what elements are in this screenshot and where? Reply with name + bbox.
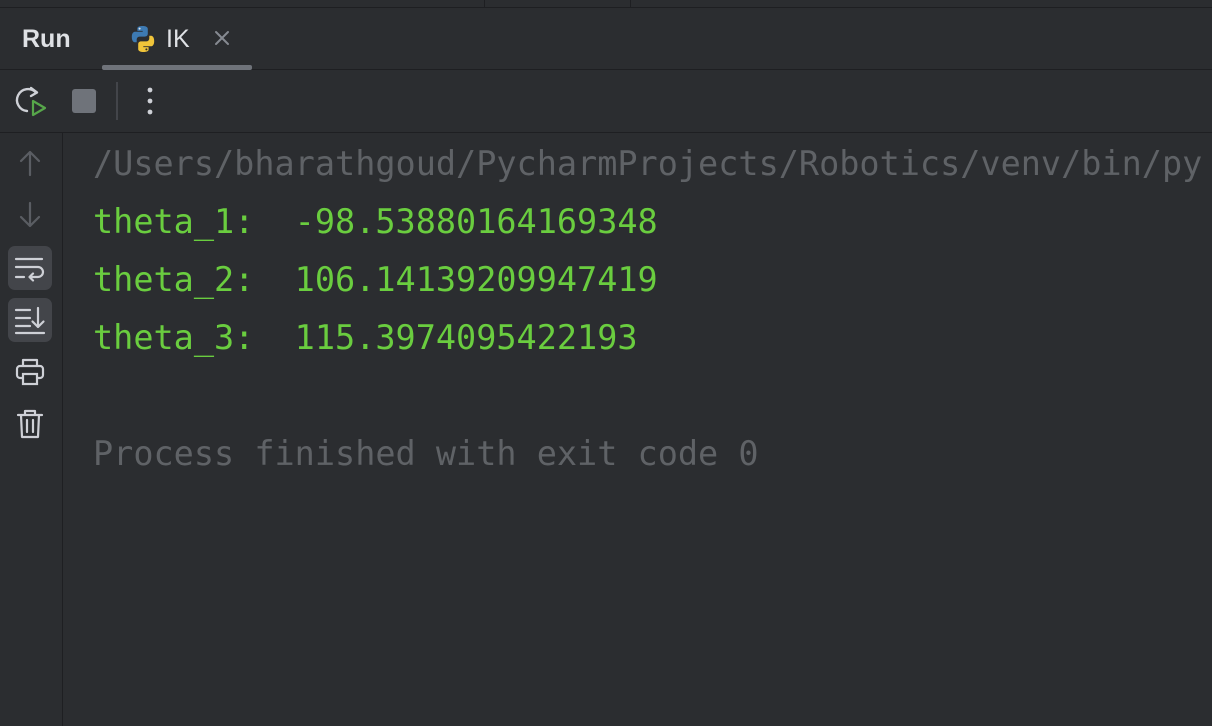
scroll-to-end-button[interactable] (8, 298, 52, 342)
print-icon (15, 358, 45, 386)
top-separator (630, 0, 631, 7)
run-tab-bar: Run IK (0, 8, 1212, 70)
rerun-icon (15, 86, 47, 117)
toolbar-divider (116, 82, 118, 120)
run-panel-title: Run (22, 25, 71, 53)
console-output[interactable]: /Users/bharathgoud/PycharmProjects/Robot… (63, 133, 1212, 726)
clear-all-button[interactable] (8, 402, 52, 446)
scroll-up-button[interactable] (8, 141, 52, 185)
python-icon (131, 26, 155, 52)
command-line: /Users/bharathgoud/PycharmProjects/Robot… (93, 144, 1203, 183)
top-strip (0, 0, 1212, 8)
soft-wrap-button[interactable] (8, 246, 52, 290)
more-options-icon (147, 87, 153, 115)
top-separator (484, 0, 485, 7)
output-line: theta_2: 106.14139209947419 (93, 260, 658, 299)
soft-wrap-icon (14, 257, 45, 282)
scroll-down-button[interactable] (8, 193, 52, 237)
stop-button[interactable] (66, 83, 102, 119)
arrow-down-icon (19, 201, 41, 228)
tab-ik[interactable]: IK (102, 8, 252, 70)
tab-label: IK (166, 25, 190, 53)
console-sidebar (0, 133, 63, 726)
rerun-button[interactable] (13, 83, 49, 119)
run-toolbar (0, 70, 1212, 133)
print-button[interactable] (8, 350, 52, 394)
exit-message: Process finished with exit code 0 (93, 434, 759, 473)
arrow-up-icon (19, 150, 41, 177)
trash-icon (16, 409, 44, 439)
output-line: theta_1: -98.53880164169348 (93, 202, 658, 241)
scroll-to-end-icon (14, 306, 46, 335)
more-options-button[interactable] (132, 83, 168, 119)
output-line: theta_3: 115.3974095422193 (93, 318, 638, 357)
close-icon[interactable] (212, 28, 232, 48)
stop-icon (72, 89, 96, 113)
